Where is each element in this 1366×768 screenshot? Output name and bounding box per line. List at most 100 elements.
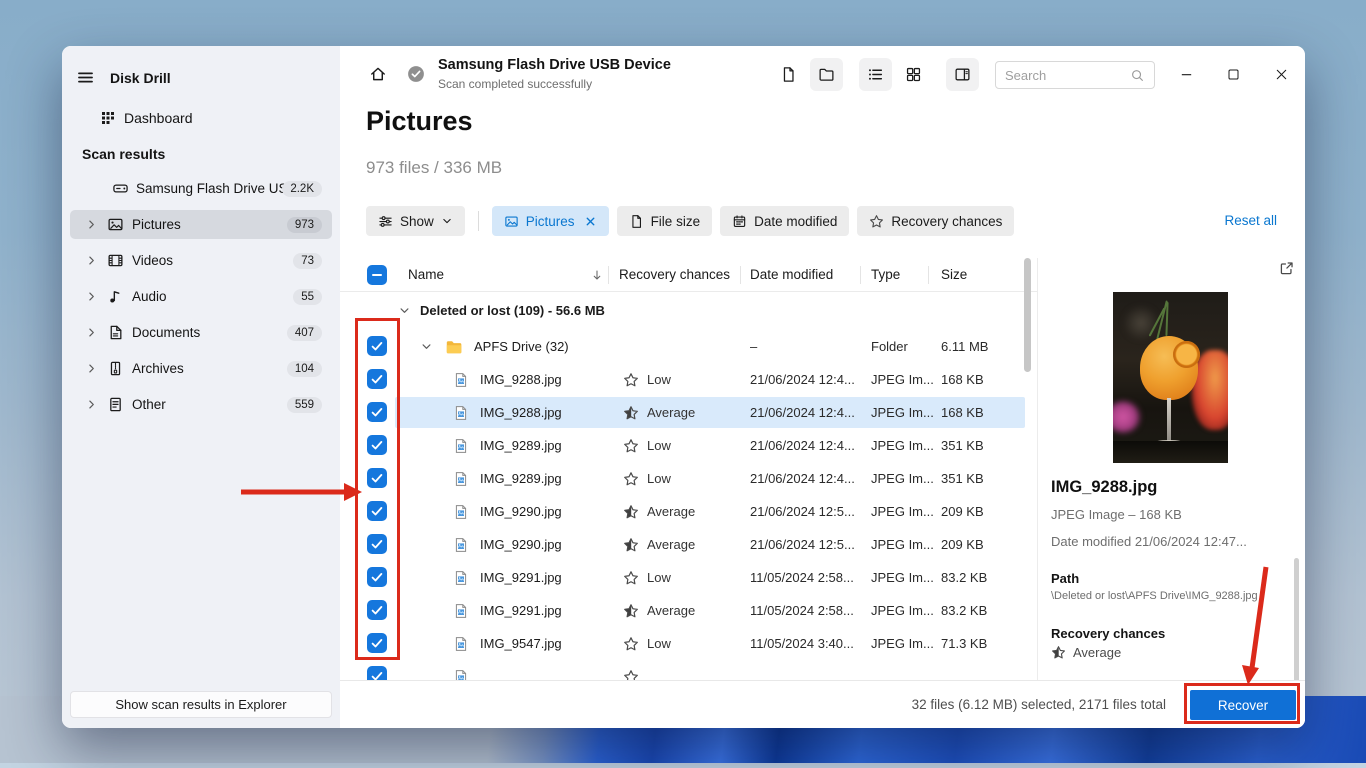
panel-scrollbar[interactable] (1294, 558, 1299, 688)
grid-view-button[interactable] (897, 58, 930, 91)
chevron-right-icon[interactable] (85, 290, 98, 303)
drive-icon (112, 180, 129, 197)
row-checkbox[interactable] (367, 633, 387, 653)
chevron-right-icon[interactable] (85, 326, 98, 339)
half-star-icon (623, 537, 639, 553)
recover-button[interactable]: Recover (1190, 690, 1296, 720)
open-folder-button[interactable] (810, 58, 843, 91)
reset-all-link[interactable]: Reset all (1224, 206, 1277, 236)
column-header-size[interactable]: Size (941, 267, 967, 282)
table-row-file[interactable]: IMG_9289.jpgLow21/06/2024 12:4...JPEG Im… (340, 429, 1037, 462)
select-all-checkbox[interactable] (367, 265, 387, 285)
jpeg-file-icon (453, 669, 469, 681)
close-button[interactable] (1265, 58, 1298, 91)
column-divider (740, 266, 741, 284)
table-row-file[interactable]: IMG_9288.jpgAverage21/06/2024 12:4...JPE… (340, 396, 1037, 429)
table-row-file[interactable]: IMG_9290.jpgAverage21/06/2024 12:5...JPE… (340, 528, 1037, 561)
row-checkbox[interactable] (367, 468, 387, 488)
filter-label: Show (400, 214, 434, 229)
minimize-button[interactable] (1170, 58, 1203, 91)
grid-view-icon (905, 66, 922, 83)
table-row-file[interactable]: IMG_9289.jpgLow21/06/2024 12:4...JPEG Im… (340, 462, 1037, 495)
column-header-recovery[interactable]: Recovery chances (619, 267, 730, 282)
table-row-file[interactable]: IMG_9291.jpgLow11/05/2024 2:58...JPEG Im… (340, 561, 1037, 594)
sidebar-item-audio[interactable]: Audio55 (70, 282, 332, 311)
date-modified-cell: 21/06/2024 12:4... (750, 363, 855, 396)
date-modified-cell: 21/06/2024 12:5... (750, 528, 855, 561)
hamburger-menu-icon[interactable] (76, 68, 95, 87)
row-checkbox[interactable] (367, 369, 387, 389)
detail-file-info: JPEG Image – 168 KB (1051, 507, 1182, 522)
row-checkbox[interactable] (367, 402, 387, 422)
table-row-file[interactable]: IMG_9547.jpgLow11/05/2024 3:40...JPEG Im… (340, 627, 1037, 660)
table-scrollbar[interactable] (1024, 258, 1031, 372)
table-row-file[interactable] (340, 660, 1037, 680)
sort-descending-icon[interactable] (590, 268, 604, 282)
pictures-filter-chip[interactable]: Pictures (492, 206, 609, 236)
detail-date-modified: Date modified 21/06/2024 12:47... (1051, 534, 1247, 549)
sidebar-item-videos[interactable]: Videos73 (70, 246, 332, 275)
recovery-chances-filter-button[interactable]: Recovery chances (857, 206, 1014, 236)
show-in-explorer-button[interactable]: Show scan results in Explorer (70, 691, 332, 718)
count-badge: 2.2K (282, 181, 322, 197)
chevron-down-icon[interactable] (420, 340, 433, 353)
chevron-right-icon[interactable] (85, 398, 98, 411)
date-modified-cell: 11/05/2024 2:58... (750, 594, 854, 627)
row-checkbox[interactable] (367, 534, 387, 554)
maximize-button[interactable] (1217, 58, 1250, 91)
chevron-right-icon[interactable] (85, 362, 98, 375)
row-checkbox[interactable] (367, 567, 387, 587)
sidebar-item-archives[interactable]: Archives104 (70, 354, 332, 383)
home-icon[interactable] (369, 65, 387, 83)
check-icon (369, 437, 385, 453)
type-cell: JPEG Im... (871, 627, 934, 660)
table-row-file[interactable]: IMG_9290.jpgAverage21/06/2024 12:5...JPE… (340, 495, 1037, 528)
folder-icon (445, 338, 463, 356)
chevron-right-icon[interactable] (85, 218, 98, 231)
column-header-name[interactable]: Name (408, 267, 444, 282)
check-icon (369, 635, 385, 651)
row-checkbox[interactable] (367, 336, 387, 356)
sidebar-item-documents[interactable]: Documents407 (70, 318, 332, 347)
remove-filter-icon[interactable] (584, 215, 597, 228)
file-name: IMG_9547.jpg (480, 636, 562, 651)
date-modified-cell: 21/06/2024 12:5... (750, 495, 855, 528)
date-modified-filter-button[interactable]: Date modified (720, 206, 849, 236)
sidebar-item-drive[interactable]: Samsung Flash Drive USB... 2.2K (70, 174, 332, 203)
audio-icon (107, 288, 124, 305)
folder-icon (818, 66, 835, 83)
table-row-folder[interactable]: APFS Drive (32)–Folder6.11 MB (340, 330, 1037, 363)
check-icon (369, 668, 385, 680)
table-row-file[interactable]: IMG_9288.jpgLow21/06/2024 12:4...JPEG Im… (340, 363, 1037, 396)
sliders-icon (378, 214, 393, 229)
table-row-file[interactable]: IMG_9291.jpgAverage11/05/2024 2:58...JPE… (340, 594, 1037, 627)
empty-star-icon (623, 570, 639, 586)
recovery-label: Low (647, 471, 671, 486)
search-input[interactable] (1005, 68, 1130, 83)
file-size-filter-button[interactable]: File size (617, 206, 713, 236)
column-header-date[interactable]: Date modified (750, 267, 833, 282)
row-checkbox[interactable] (367, 435, 387, 455)
divider (478, 211, 479, 231)
open-preview-icon[interactable] (1278, 260, 1295, 277)
jpeg-file-icon (453, 570, 469, 586)
sidebar-item-other[interactable]: Other559 (70, 390, 332, 419)
chevron-right-icon[interactable] (85, 254, 98, 267)
group-row-deleted-or-lost[interactable]: Deleted or lost (109) - 56.6 MB (340, 292, 1037, 330)
file-name: IMG_9288.jpg (480, 405, 562, 420)
column-header-type[interactable]: Type (871, 267, 900, 282)
new-session-button[interactable] (772, 58, 805, 91)
date-modified-cell: – (750, 330, 757, 363)
toggle-panel-button[interactable] (946, 58, 979, 91)
row-checkbox[interactable] (367, 666, 387, 680)
list-view-button[interactable] (859, 58, 892, 91)
chevron-down-icon[interactable] (398, 304, 411, 317)
row-checkbox[interactable] (367, 600, 387, 620)
sidebar-item-pictures[interactable]: Pictures973 (70, 210, 332, 239)
show-filter-button[interactable]: Show (366, 206, 465, 236)
type-cell: JPEG Im... (871, 594, 934, 627)
search-box[interactable] (995, 61, 1155, 89)
row-checkbox[interactable] (367, 501, 387, 521)
sidebar-item-dashboard[interactable]: Dashboard (62, 103, 340, 133)
size-cell: 83.2 KB (941, 561, 987, 594)
